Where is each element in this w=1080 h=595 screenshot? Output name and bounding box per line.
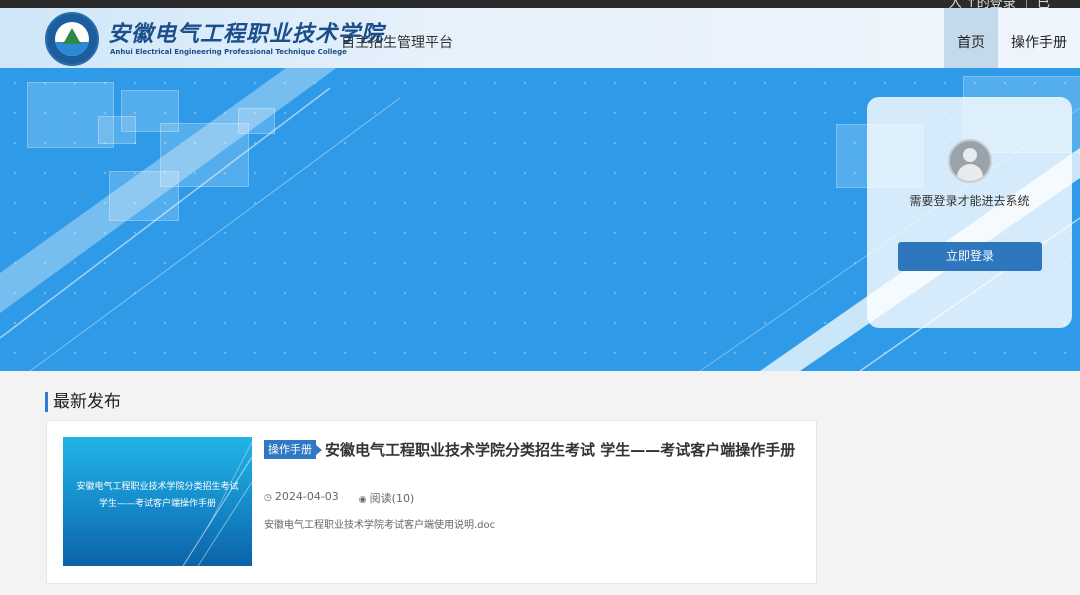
section-title-latest: 最新发布 xyxy=(45,392,121,412)
article-description: 安徽电气工程职业技术学院考试客户端使用说明.doc xyxy=(264,520,496,531)
hero-deco-square xyxy=(238,108,275,134)
site-header: 安徽电气工程职业技术学院 Anhui Electrical Engineerin… xyxy=(0,8,1080,68)
article-date-value: 2024-04-03 xyxy=(274,490,339,503)
nav-manual[interactable]: 操作手册 xyxy=(998,8,1080,68)
eye-icon: ◉ xyxy=(358,495,367,505)
article-views: ◉ 阅读(10) xyxy=(359,490,414,506)
thumbnail-text: 安徽电气工程职业技术学院分类招生考试 学生——考试客户端操作手册 xyxy=(76,482,239,509)
article-title[interactable]: 安徽电气工程职业技术学院分类招生考试 学生——考试客户端操作手册 xyxy=(264,438,804,462)
article-meta: ◷ 2024-04-03 ◉ 阅读(10) xyxy=(264,490,414,506)
user-avatar-icon xyxy=(948,139,992,183)
school-logo xyxy=(45,12,99,66)
login-button[interactable]: 立即登录 xyxy=(898,242,1042,271)
article-tag[interactable]: 操作手册 xyxy=(264,440,322,459)
nav-home[interactable]: 首页 xyxy=(944,8,998,68)
platform-name: 自主招生管理平台 xyxy=(341,35,453,51)
login-panel: 需要登录才能进去系统 立即登录 xyxy=(867,97,1072,328)
article-views-value: 阅读(10) xyxy=(369,492,415,505)
article-date: ◷ 2024-04-03 xyxy=(264,490,339,506)
article-card[interactable]: 安徽电气工程职业技术学院分类招生考试 学生——考试客户端操作手册 安徽电气工程职… xyxy=(46,420,817,584)
hero-deco-square xyxy=(98,116,136,144)
article-thumbnail[interactable]: 安徽电气工程职业技术学院分类招生考试 学生——考试客户端操作手册 xyxy=(63,437,252,566)
login-message: 需要登录才能进去系统 xyxy=(909,194,1030,208)
hero-deco-square xyxy=(109,171,179,221)
top-bar-login-text[interactable]: 入 ↑的登录 ｜ 已 xyxy=(949,0,1050,8)
clock-icon: ◷ xyxy=(264,493,272,503)
hero-banner: 需要登录才能进去系统 立即登录 xyxy=(0,68,1080,371)
top-bar: 入 ↑的登录 ｜ 已 xyxy=(0,0,1080,8)
main-nav: 首页 操作手册 xyxy=(944,8,1080,68)
school-name-en: Anhui Electrical Engineering Professiona… xyxy=(110,48,347,56)
